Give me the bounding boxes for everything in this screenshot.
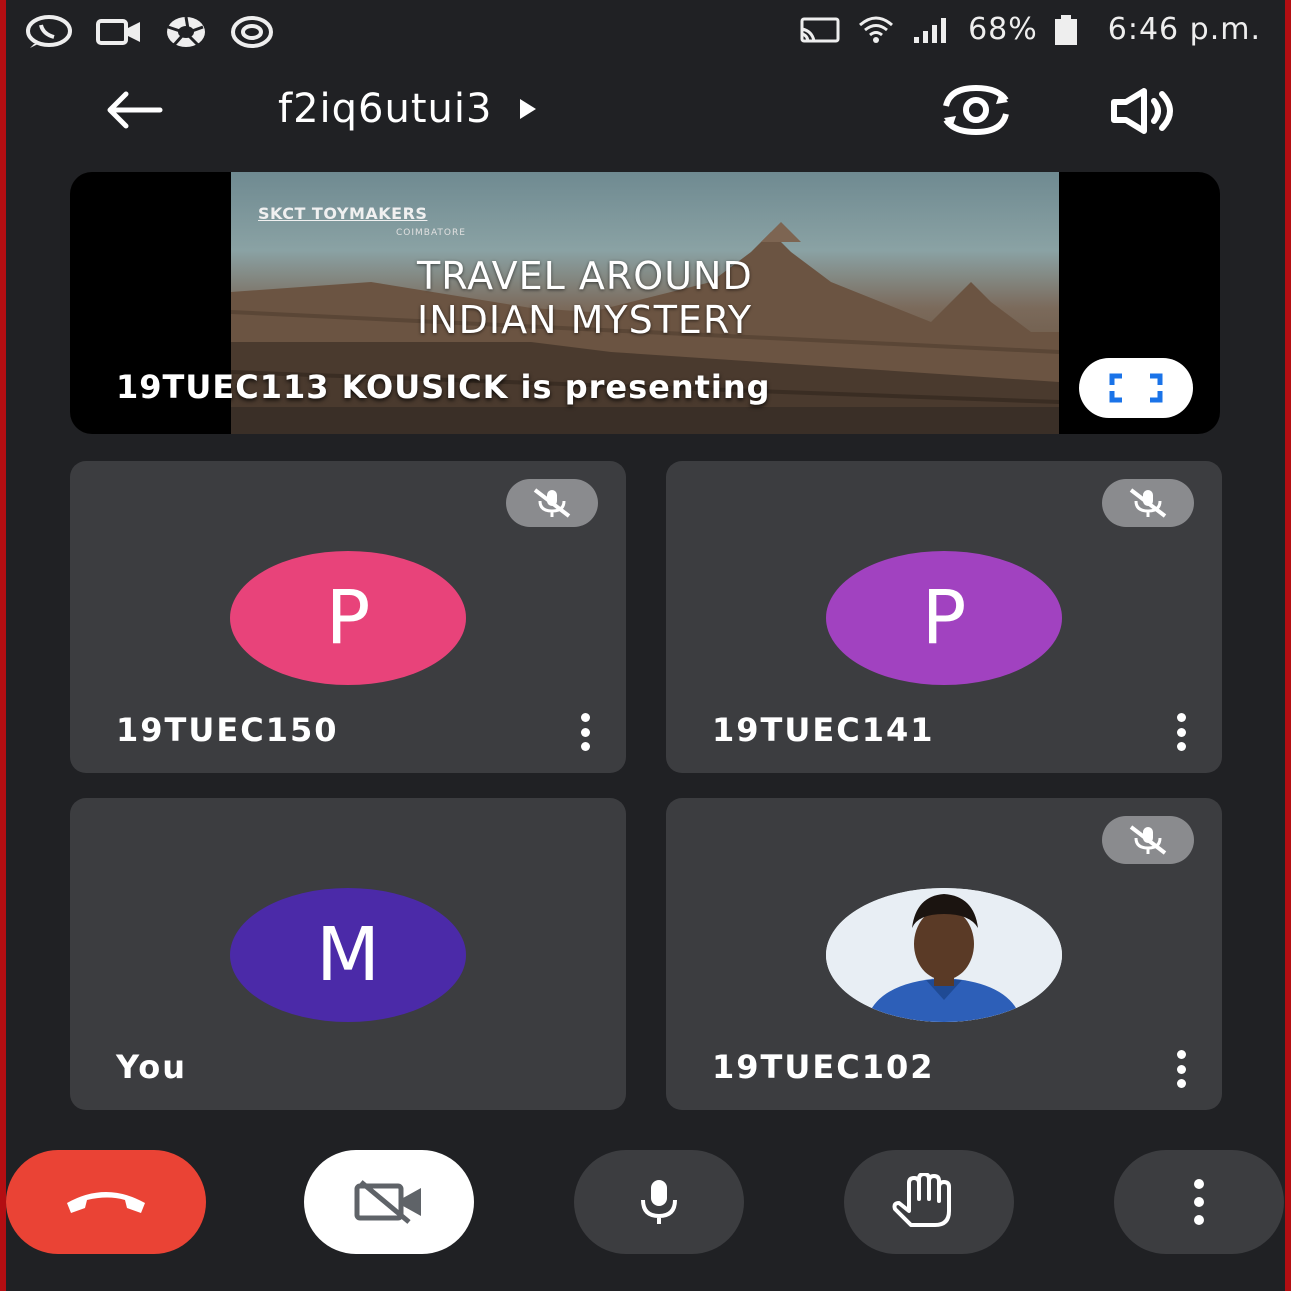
more-options-icon	[1176, 713, 1186, 722]
aperture-icon	[164, 15, 208, 49]
more-options-button[interactable]	[1114, 1150, 1284, 1254]
signal-icon	[910, 15, 954, 45]
wifi-icon	[856, 13, 896, 47]
camera-off-icon	[351, 1178, 427, 1226]
slide-city: COIMBATORE	[396, 228, 466, 238]
microphone-toggle-button[interactable]	[574, 1150, 744, 1254]
play-triangle-icon	[518, 97, 538, 121]
cast-icon	[798, 15, 842, 45]
back-button[interactable]	[102, 88, 164, 132]
fullscreen-icon	[1109, 373, 1163, 403]
person-photo	[826, 888, 1062, 1022]
microphone-icon	[633, 1176, 685, 1228]
avatar: M	[230, 888, 466, 1022]
more-options-icon	[1176, 1050, 1186, 1059]
participant-more-button[interactable]	[1166, 1050, 1196, 1088]
participant-name: 19TUEC141	[712, 711, 935, 749]
top-app-bar: f2iq6utui3	[6, 70, 1285, 154]
audio-output-button[interactable]	[1110, 88, 1178, 134]
video-call-icon	[96, 17, 142, 47]
participant-tile[interactable]: 19TUEC102	[666, 798, 1222, 1110]
participant-more-button[interactable]	[570, 713, 600, 751]
more-options-icon	[1194, 1179, 1204, 1225]
mic-off-icon	[1125, 823, 1171, 857]
back-arrow-icon	[102, 88, 164, 132]
avatar-initial: M	[316, 912, 380, 998]
end-call-button[interactable]	[6, 1150, 206, 1254]
participant-tile[interactable]: P 19TUEC150	[70, 461, 626, 773]
end-call-icon	[61, 1187, 151, 1217]
avatar-initial: P	[325, 575, 371, 661]
slide-title-line1: TRAVEL AROUND	[417, 254, 753, 298]
participant-tile[interactable]: P 19TUEC141	[666, 461, 1222, 773]
presentation-tile[interactable]: SKCT TOYMAKERS COIMBATORE TRAVEL AROUND …	[70, 172, 1220, 434]
whatsapp-icon	[24, 14, 74, 50]
avatar-photo	[826, 888, 1062, 1022]
participant-name: 19TUEC150	[116, 711, 339, 749]
slide-title-line2: INDIAN MYSTERY	[417, 298, 753, 342]
meeting-code: f2iq6utui3	[278, 86, 493, 132]
speaker-icon	[1110, 88, 1178, 134]
meet-call-screen: 68% 6:46 p.m. f2iq6utui3 SKCT TOYMAKERS …	[6, 0, 1285, 1291]
switch-camera-icon	[936, 84, 1016, 136]
camera-lens-icon	[230, 15, 274, 49]
more-options-icon	[580, 713, 590, 722]
raise-hand-button[interactable]	[844, 1150, 1014, 1254]
participant-more-button[interactable]	[1166, 713, 1196, 751]
mic-off-icon	[1125, 486, 1171, 520]
muted-badge	[1102, 816, 1194, 864]
battery-percent: 68%	[968, 12, 1038, 47]
slide-brand: SKCT TOYMAKERS	[258, 204, 428, 223]
slide-title: TRAVEL AROUND INDIAN MYSTERY	[417, 254, 753, 342]
meeting-details-button[interactable]: f2iq6utui3	[278, 86, 538, 132]
participant-name: You	[116, 1048, 187, 1086]
status-bar: 68% 6:46 p.m.	[6, 0, 1285, 64]
camera-toggle-button[interactable]	[304, 1150, 474, 1254]
fullscreen-button[interactable]	[1079, 358, 1193, 418]
battery-icon	[1052, 14, 1080, 46]
muted-badge	[506, 479, 598, 527]
avatar-initial: P	[921, 575, 967, 661]
avatar: P	[230, 551, 466, 685]
mic-off-icon	[529, 486, 575, 520]
raise-hand-icon	[891, 1173, 967, 1231]
switch-camera-button[interactable]	[936, 84, 1016, 136]
clock: 6:46 p.m.	[1107, 12, 1261, 47]
self-tile[interactable]: M You	[70, 798, 626, 1110]
avatar: P	[826, 551, 1062, 685]
participant-name: 19TUEC102	[712, 1048, 935, 1086]
presenting-label: 19TUEC113 KOUSICK is presenting	[116, 368, 771, 406]
muted-badge	[1102, 479, 1194, 527]
